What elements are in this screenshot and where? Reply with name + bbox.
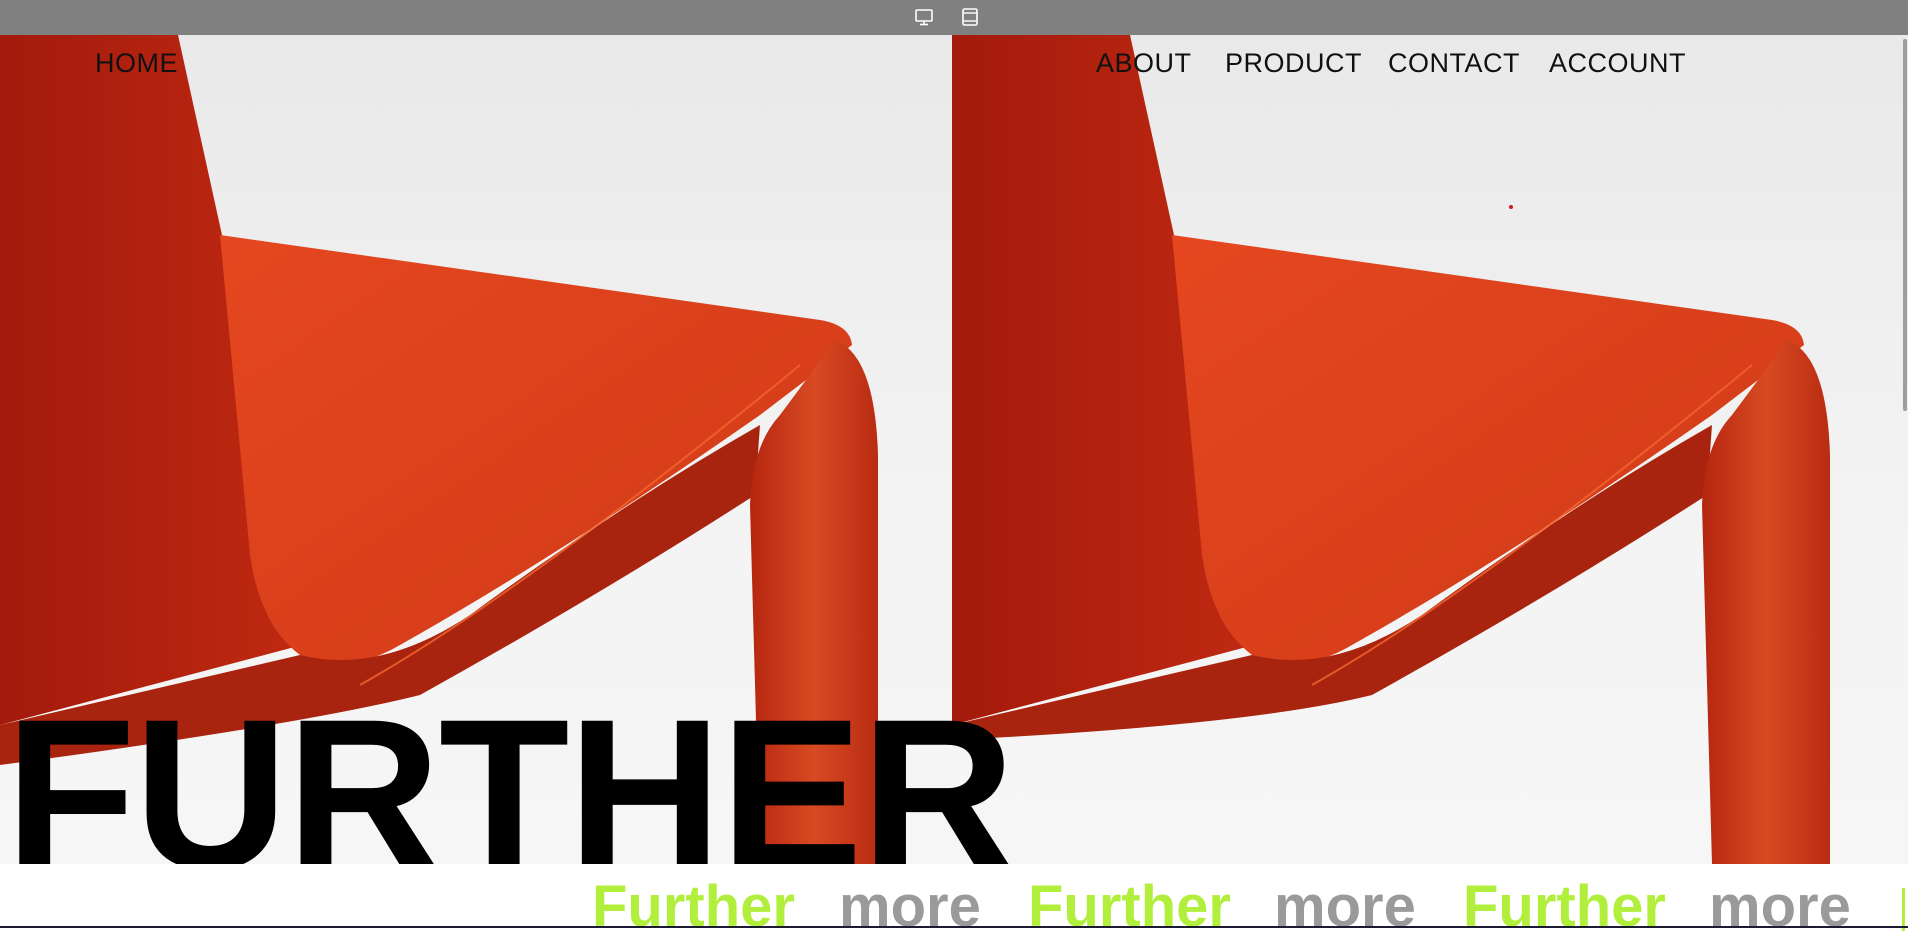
- marquee-word: Further: [1028, 874, 1231, 931]
- view-toolbar: [0, 0, 1908, 35]
- marquee-word: more: [1274, 874, 1416, 931]
- nav-about[interactable]: ABOUT: [1096, 48, 1192, 79]
- marquee-word: Further: [592, 874, 795, 931]
- scrollbar[interactable]: [1901, 35, 1908, 864]
- cursor-dot: [1509, 205, 1513, 209]
- desktop-view-icon[interactable]: [913, 7, 935, 27]
- marquee-word: more: [1709, 874, 1851, 931]
- nav-home[interactable]: HOME: [95, 48, 178, 79]
- tablet-view-icon[interactable]: [959, 7, 981, 27]
- marquee-edge-bar: [1902, 888, 1905, 931]
- marquee-word: more: [839, 874, 981, 931]
- marquee-strip: Further more Further more Further more: [0, 864, 1908, 931]
- chair-photo-right: [952, 35, 1830, 864]
- scrollbar-thumb[interactable]: [1903, 39, 1907, 411]
- page-bottom-border: [0, 926, 1908, 928]
- marquee-word: Further: [1463, 874, 1666, 931]
- hero-image-right: [952, 35, 1908, 864]
- nav-account[interactable]: ACCOUNT: [1549, 48, 1686, 79]
- nav-product[interactable]: PRODUCT: [1225, 48, 1362, 79]
- nav-contact[interactable]: CONTACT: [1388, 48, 1520, 79]
